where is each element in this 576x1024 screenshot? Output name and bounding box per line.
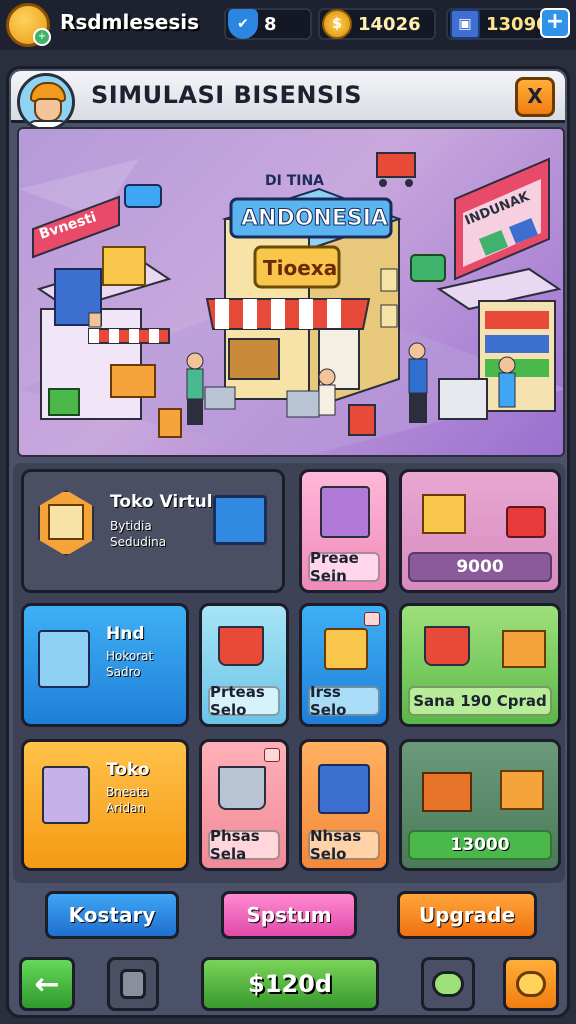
card-subtitle-2: Sadro bbox=[106, 665, 141, 679]
back-button[interactable]: ← bbox=[19, 957, 75, 1011]
shield-gem-icon: ✔ bbox=[228, 9, 258, 39]
shop-grid: Toko Virtul Bytidia Sedudina Preae Sein … bbox=[13, 463, 565, 883]
gems-value: 8 bbox=[264, 13, 277, 35]
card-label: Phsas Sela bbox=[208, 827, 280, 863]
card-title: Toko bbox=[106, 760, 150, 780]
card-gift[interactable]: 9000 bbox=[399, 469, 561, 593]
store-scene: Bvnesti DI TINA ANDONESIA Tioexa INDUNAK bbox=[17, 127, 565, 457]
left-kiosk[interactable] bbox=[36, 246, 172, 420]
card-subtitle-1: Bneata Aridan bbox=[106, 785, 149, 815]
scene-illustration: Bvnesti DI TINA ANDONESIA Tioexa INDUNAK bbox=[19, 152, 563, 455]
character-avatar[interactable] bbox=[17, 73, 75, 131]
camera-icon bbox=[120, 969, 146, 999]
shopping-cart-icon bbox=[218, 626, 264, 666]
cart-icon bbox=[218, 766, 266, 810]
coins-value: 14026 bbox=[358, 13, 421, 35]
main-sign-top-text: DI TINA bbox=[265, 173, 324, 189]
sale-tag-icon bbox=[264, 748, 280, 762]
box-icon: ▣ bbox=[450, 9, 480, 39]
add-currency-button[interactable]: + bbox=[540, 8, 570, 38]
gift-box-icon bbox=[422, 494, 466, 534]
chat-button[interactable] bbox=[421, 957, 475, 1011]
panel-title: SIMULASI BISENSIS bbox=[91, 81, 363, 109]
trash-bin-icon[interactable] bbox=[213, 495, 267, 545]
card-stack-sale[interactable]: Nhsas Selo bbox=[299, 739, 389, 871]
card-label: Irss Selo bbox=[308, 683, 380, 719]
camera-button[interactable] bbox=[107, 957, 159, 1011]
card-hnd[interactable]: Hnd Hokorat Sadro bbox=[21, 603, 189, 727]
card-bag-sale[interactable]: Irss Selo bbox=[299, 603, 389, 727]
parcel-icon bbox=[500, 770, 544, 810]
plus-badge-icon: + bbox=[33, 28, 51, 46]
card-subtitle-2: Sedudina bbox=[110, 535, 167, 549]
store-hex-inner-icon bbox=[48, 504, 84, 540]
main-store[interactable]: DI TINA ANDONESIA Tioexa bbox=[205, 173, 402, 411]
face-icon bbox=[34, 98, 62, 122]
card-pink-box[interactable]: Preae Sein bbox=[299, 469, 389, 593]
money-display[interactable]: $120d bbox=[201, 957, 379, 1011]
cart-icon bbox=[424, 626, 470, 666]
card-title: Toko Virtul bbox=[110, 492, 213, 512]
store-sign-text: Tioexa bbox=[263, 256, 337, 280]
card-label: Preae Sein bbox=[308, 549, 380, 585]
card-toko[interactable]: Toko Bneata Aridan bbox=[21, 739, 189, 871]
speech-bubble-icon bbox=[432, 971, 464, 997]
panel-header: SIMULASI BISENSIS X bbox=[11, 71, 565, 131]
sale-tag-icon bbox=[364, 612, 380, 626]
coin-icon: $ bbox=[322, 9, 352, 39]
card-green-sale[interactable]: Sana 190 Cprad bbox=[399, 603, 561, 727]
card-label: Prteas Selo bbox=[208, 683, 280, 719]
right-billboard: INDUNAK bbox=[454, 157, 550, 281]
card-subtitle-1: Bytidia bbox=[110, 519, 152, 533]
printer-icon bbox=[38, 630, 90, 688]
profile-coin-icon[interactable]: + bbox=[6, 3, 51, 47]
coins-counter[interactable]: $ 14026 bbox=[318, 8, 436, 40]
purple-box-icon bbox=[320, 486, 370, 538]
player-name: Rsdmlesesis bbox=[60, 10, 200, 34]
vending-icon bbox=[42, 766, 90, 824]
card-dark-green[interactable]: 13000 bbox=[399, 739, 561, 871]
message-button[interactable] bbox=[503, 957, 559, 1011]
boxes-counter[interactable]: ▣ 13090 bbox=[446, 8, 549, 40]
simulation-panel: SIMULASI BISENSIS X Bvnesti DI TINA ANDO… bbox=[6, 66, 570, 1018]
close-button[interactable]: X bbox=[515, 77, 555, 117]
card-price: 13000 bbox=[408, 830, 552, 860]
card-red-cart[interactable]: Phsas Sela bbox=[199, 739, 289, 871]
card-cart-sale[interactable]: Prteas Selo bbox=[199, 603, 289, 727]
card-label: Nhsas Selo bbox=[308, 827, 380, 863]
card-price: 9000 bbox=[408, 552, 552, 582]
main-sign-text: ANDONESIA bbox=[241, 206, 388, 231]
red-box-icon bbox=[506, 506, 546, 538]
card-label: Sana 190 Cprad bbox=[408, 686, 552, 716]
money-bag-icon bbox=[324, 628, 368, 670]
spstum-button[interactable]: Spstum bbox=[221, 891, 357, 939]
bottom-bar: ← $120d bbox=[9, 949, 567, 1015]
hanging-cart-icon bbox=[376, 152, 416, 187]
upgrade-button[interactable]: Upgrade bbox=[397, 891, 537, 939]
stacked-boxes-icon bbox=[318, 764, 370, 814]
message-bubble-icon bbox=[516, 971, 546, 997]
top-bar: + Rsdmlesesis ✔ 8 $ 14026 ▣ 13090 + bbox=[0, 0, 576, 50]
crate-icon bbox=[422, 772, 472, 812]
card-subtitle-1: Hokorat bbox=[106, 649, 154, 663]
kostary-button[interactable]: Kostary bbox=[45, 891, 179, 939]
cardboard-box-icon bbox=[502, 630, 546, 668]
gems-counter[interactable]: ✔ 8 bbox=[224, 8, 312, 40]
card-title: Hnd bbox=[106, 624, 145, 644]
